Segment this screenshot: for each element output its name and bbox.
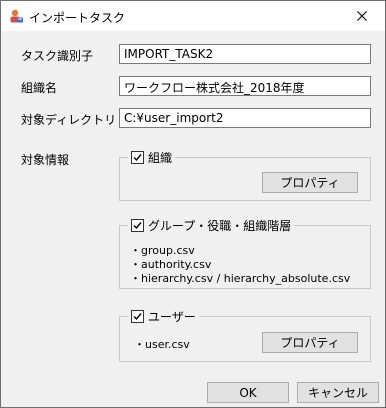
close-button[interactable] [339, 1, 385, 31]
org-check-box[interactable] [131, 151, 144, 164]
user-checkbox-label: ユーザー [148, 310, 196, 324]
close-icon [357, 11, 367, 21]
user-checkbox[interactable]: ユーザー [128, 308, 199, 325]
task-id-label: タスク識別子 [21, 49, 94, 63]
user-group: ユーザー ・user.csv プロパティ [119, 308, 371, 362]
group-role-check-box[interactable] [131, 219, 144, 232]
file-item: ・user.csv [134, 338, 190, 351]
org-group: 組織 プロパティ [119, 149, 371, 201]
checkmark-icon [133, 313, 142, 321]
target-dir-field[interactable]: C:¥user_import2 [119, 108, 371, 128]
app-icon [10, 9, 23, 23]
import-task-dialog: インポートタスク タスク識別子 IMPORT_TASK2 組織名 ワークフロー株… [0, 0, 386, 408]
checkmark-icon [133, 222, 142, 230]
user-properties-button[interactable]: プロパティ [262, 332, 358, 353]
checkmark-icon [133, 154, 142, 162]
group-role-checkbox[interactable]: グループ・役職・組織階層 [128, 217, 295, 234]
org-checkbox[interactable]: 組織 [128, 149, 176, 166]
org-name-field[interactable]: ワークフロー株式会社_2018年度 [119, 76, 371, 96]
ok-button[interactable]: OK [207, 382, 289, 403]
title-bar: インポートタスク [1, 1, 385, 31]
org-checkbox-label: 組織 [148, 151, 173, 165]
file-item: ・hierarchy.csv / hierarchy_absolute.csv [130, 272, 351, 285]
task-id-field[interactable]: IMPORT_TASK2 [119, 44, 371, 64]
user-check-box[interactable] [131, 310, 144, 323]
cancel-button[interactable]: キャンセル [297, 382, 379, 403]
target-info-label: 対象情報 [21, 153, 70, 167]
org-name-label: 組織名 [21, 81, 58, 95]
target-dir-label: 対象ディレクトリ [21, 113, 117, 127]
group-role-checkbox-label: グループ・役職・組織階層 [148, 219, 292, 233]
group-role-group: グループ・役職・組織階層 ・group.csv ・authority.csv ・… [119, 217, 371, 289]
window-title: インポートタスク [29, 11, 126, 25]
org-properties-button[interactable]: プロパティ [262, 172, 358, 193]
